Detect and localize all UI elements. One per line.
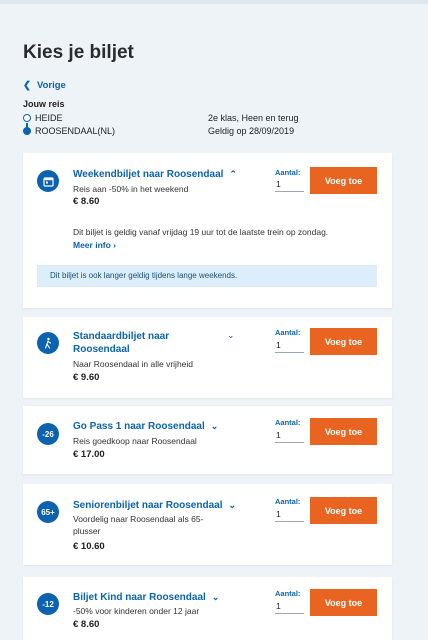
quantity-input[interactable] (275, 507, 304, 522)
ticket-detail: Dit biljet is geldig vanaf vrijdag 19 uu… (73, 227, 329, 237)
quantity-input[interactable] (275, 599, 304, 614)
stop-destination-icon (23, 127, 31, 135)
add-button[interactable]: Voeg toe (310, 328, 377, 355)
journey-to: ROOSENDAAL(NL) (23, 126, 115, 139)
ticket-card-child: -12 Biljet Kind naar Roosendaal ⌄ -50% vo… (23, 577, 392, 640)
ticket-price: € 8.60 (73, 196, 100, 207)
ticket-card-senior: 65+ Seniorenbiljet naar Roosendaal ⌄ Voor… (23, 484, 392, 565)
journey-label: Jouw reis (23, 99, 65, 109)
chevron-down-icon: ⌄ (228, 500, 237, 510)
ticket-description: Reis goedkoop naar Roosendaal (73, 436, 197, 446)
ticket-card-gopass: -26 Go Pass 1 naar Roosendaal ⌄ Reis goed… (23, 406, 392, 474)
more-info-link[interactable]: Meer info › (73, 240, 116, 250)
ticket-name-label: Seniorenbiljet naar Roosendaal (73, 500, 223, 511)
ticket-description-line2: plusser (73, 526, 101, 536)
ticket-name[interactable]: Go Pass 1 naar Roosendaal ⌄ (73, 420, 218, 433)
chevron-up-icon: ⌃ (229, 169, 237, 179)
ticket-card-standard: Standaardbiljet naar Roosendaal ⌄ Naar R… (23, 317, 392, 398)
ticket-card-weekend: Weekendbiljet naar Roosendaal ⌃ Reis aan … (23, 153, 392, 308)
top-border (0, 0, 428, 4)
ticket-name-label: Biljet Kind naar Roosendaal (73, 592, 206, 603)
age-under-26-icon: -26 (37, 423, 59, 445)
ticket-name-label: Weekendbiljet naar Roosendaal (73, 169, 224, 180)
page-title: Kies je biljet (23, 42, 134, 63)
journey-from-label: HEIDE (35, 113, 63, 123)
chevron-down-icon[interactable]: ⌄ (227, 330, 235, 341)
quantity-input[interactable] (275, 428, 304, 443)
ticket-description: -50% voor kinderen onder 12 jaar (73, 606, 200, 616)
journey-info: 2e klas, Heen en terug Geldig op 28/09/2… (208, 113, 299, 139)
journey-stops: HEIDE ROOSENDAAL(NL) (23, 113, 115, 139)
ticket-name-label: Go Pass 1 naar Roosendaal (73, 421, 205, 432)
chevron-down-icon: ⌄ (211, 592, 220, 602)
back-link-label: Vorige (36, 80, 66, 91)
ticket-price: € 17.00 (73, 449, 105, 460)
ticket-name[interactable]: Biljet Kind naar Roosendaal ⌄ (73, 591, 219, 604)
quantity-label: Aantal: (275, 418, 301, 427)
quantity-label: Aantal: (275, 168, 301, 177)
journey-class-info: 2e klas, Heen en terug (208, 113, 299, 123)
back-link[interactable]: ❮ Vorige (23, 80, 66, 91)
info-notice: Dit biljet is ook langer geldig tijdens … (37, 265, 377, 287)
chevron-down-icon: ⌄ (210, 421, 219, 431)
journey-from: HEIDE (23, 113, 115, 128)
ticket-name[interactable]: Standaardbiljet naar Roosendaal (73, 330, 169, 356)
ticket-description: Voordelig naar Roosendaal als 65- plusse… (73, 513, 203, 537)
stop-origin-icon (23, 114, 31, 122)
quantity-input[interactable] (275, 338, 304, 353)
ticket-name[interactable]: Weekendbiljet naar Roosendaal ⌃ (73, 168, 237, 181)
quantity-input[interactable] (275, 177, 304, 192)
add-button[interactable]: Voeg toe (310, 167, 377, 194)
quantity-label: Aantal: (275, 497, 301, 506)
quantity-label: Aantal: (275, 328, 301, 337)
add-button[interactable]: Voeg toe (310, 418, 377, 445)
ticket-name-line2: Roosendaal (73, 344, 130, 355)
calendar-icon (37, 170, 59, 192)
ticket-price: € 10.60 (73, 541, 105, 552)
add-button[interactable]: Voeg toe (310, 589, 377, 616)
journey-validity: Geldig op 28/09/2019 (208, 126, 295, 136)
journey-to-label: ROOSENDAAL(NL) (35, 126, 116, 136)
ticket-description: Reis aan -50% in het weekend (73, 184, 189, 194)
ticket-description: Naar Roosendaal in alle vrijheid (73, 359, 194, 369)
ticket-name[interactable]: Seniorenbiljet naar Roosendaal ⌄ (73, 499, 236, 512)
ticket-price: € 8.60 (73, 619, 100, 630)
age-under-12-icon: -12 (37, 593, 59, 615)
walker-icon (37, 332, 59, 354)
ticket-description-line1: Voordelig naar Roosendaal als 65- (73, 514, 204, 524)
ticket-price: € 9.60 (73, 372, 100, 383)
ticket-name-line1: Standaardbiljet naar (73, 331, 170, 342)
age-over-65-icon: 65+ (37, 501, 59, 523)
add-button[interactable]: Voeg toe (310, 497, 377, 524)
more-info-label: Meer info (73, 240, 111, 250)
chevron-left-icon: ❮ (23, 80, 31, 91)
quantity-label: Aantal: (275, 589, 301, 598)
chevron-right-icon: › (113, 240, 116, 250)
